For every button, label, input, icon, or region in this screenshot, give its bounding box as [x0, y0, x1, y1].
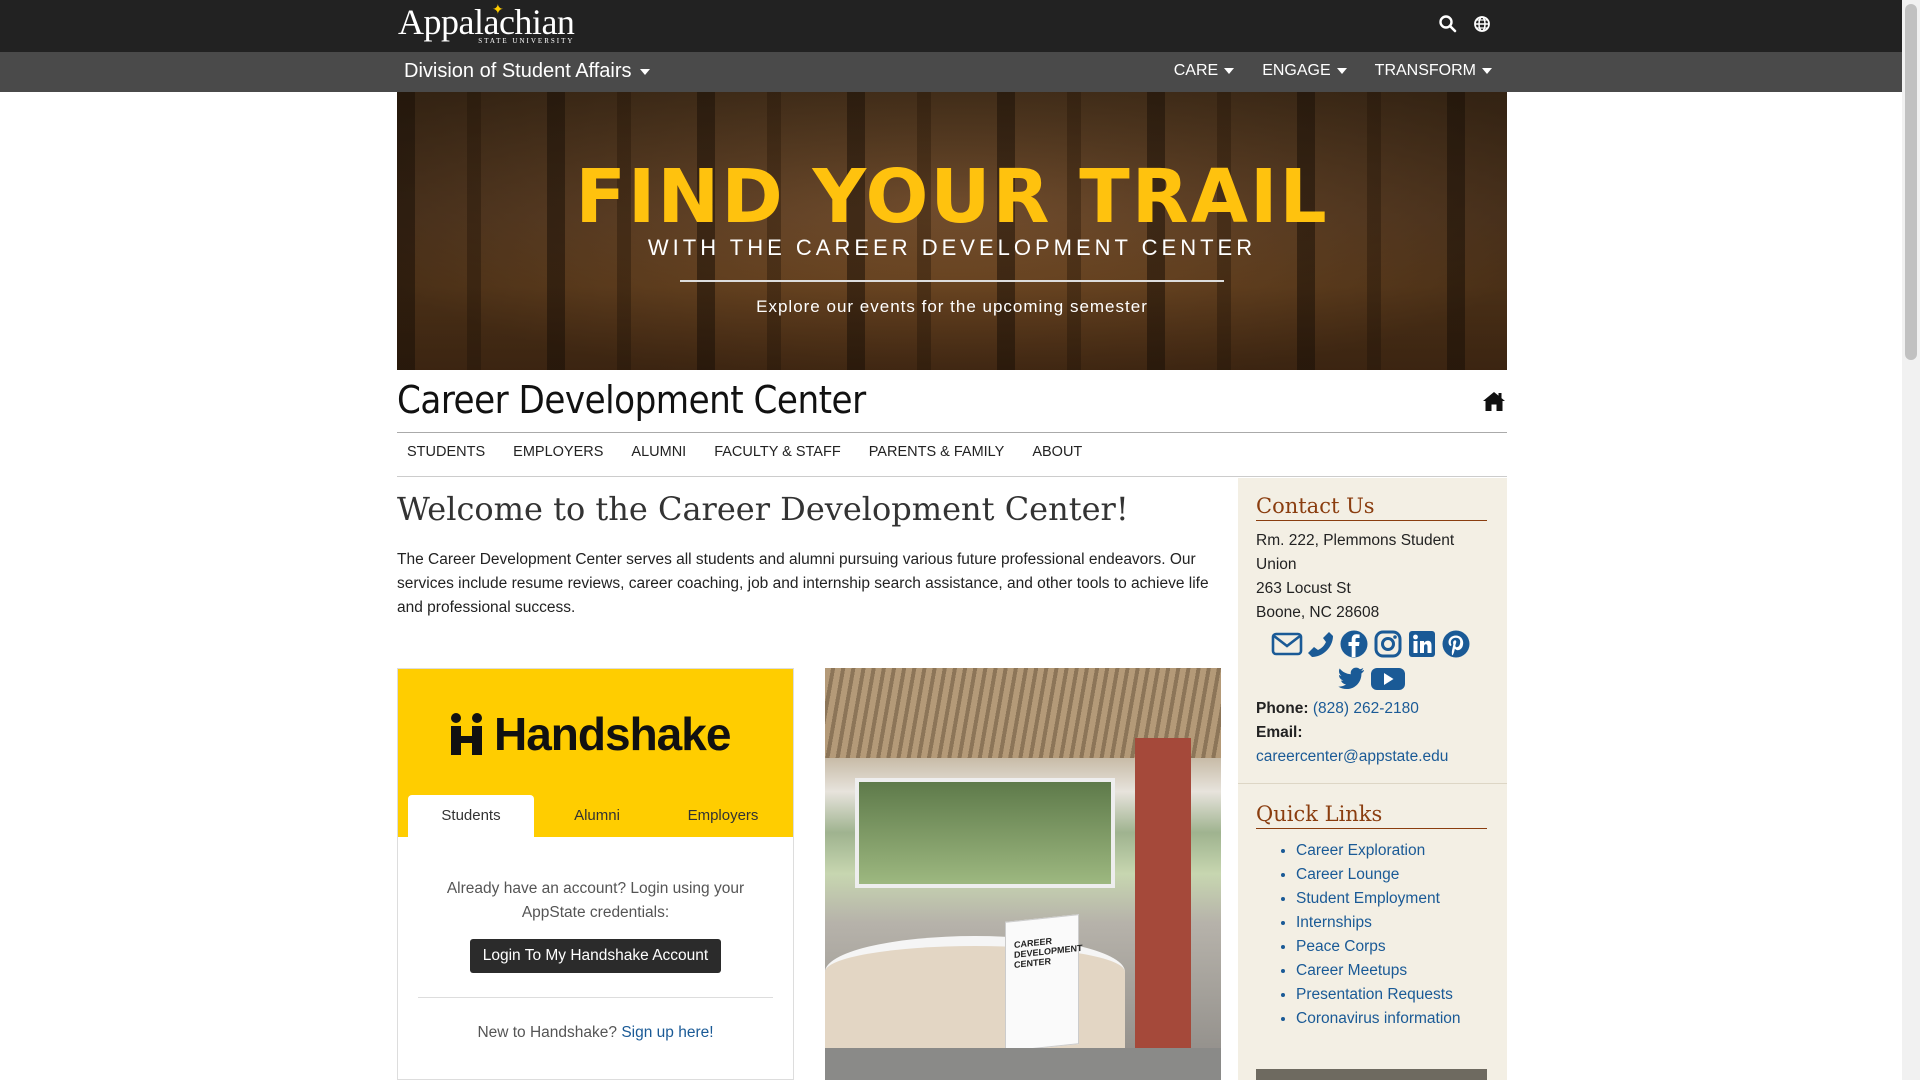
site-title[interactable]: Career Development Center — [397, 378, 866, 422]
banner-divider — [680, 280, 1224, 282]
phone-row: Phone: (828) 262-2180 — [1256, 697, 1507, 721]
quick-links-heading: Quick Links — [1256, 802, 1487, 829]
instagram-icon[interactable] — [1373, 629, 1403, 659]
division-nav: CARE ENGAGE TRANSFORM — [1174, 62, 1492, 80]
nav-transform[interactable]: TRANSFORM — [1375, 62, 1492, 80]
quick-link-item[interactable]: Career Exploration — [1296, 839, 1507, 863]
phone-label: Phone: — [1256, 700, 1309, 717]
nav-students[interactable]: STUDENTS — [397, 444, 495, 460]
banner-subtitle: WITH THE CAREER DEVELOPMENT CENTER — [647, 235, 1257, 260]
nav-care[interactable]: CARE — [1174, 62, 1235, 80]
quick-link-item[interactable]: Presentation Requests — [1296, 983, 1507, 1007]
nav-alumni[interactable]: ALUMNI — [621, 444, 696, 460]
address: Rm. 222, Plemmons Student Union 263 Locu… — [1256, 529, 1487, 625]
scrollbar-thumb[interactable] — [1905, 4, 1917, 360]
page-heading: Welcome to the Career Development Center… — [397, 490, 1129, 528]
quick-link-item[interactable]: Student Employment — [1296, 887, 1507, 911]
quick-links-section: Quick Links Career Exploration Career Lo… — [1238, 784, 1507, 1031]
signup-link[interactable]: Sign up here! — [621, 1024, 713, 1041]
quick-link-item[interactable]: Internships — [1296, 911, 1507, 935]
phone-link[interactable]: (828) 262-2180 — [1313, 700, 1419, 717]
social-icons — [1266, 629, 1476, 693]
linkedin-icon[interactable] — [1407, 629, 1437, 659]
handshake-card: Handshake Students Alumni Employers Alre… — [397, 668, 794, 1080]
site-nav: STUDENTS EMPLOYERS ALUMNI FACULTY & STAF… — [397, 444, 1100, 460]
address-line: 263 Locust St — [1256, 580, 1351, 597]
handshake-logo: Handshake — [450, 707, 731, 761]
signup-prompt-text: New to Handshake? — [477, 1024, 618, 1041]
banner-cta: Explore our events for the upcoming seme… — [756, 297, 1148, 316]
nav-faculty-staff[interactable]: FACULTY & STAFF — [704, 444, 851, 460]
photo-floor — [825, 1048, 1221, 1080]
nav-parents-family[interactable]: PARENTS & FAMILY — [859, 444, 1015, 460]
contact-section: Contact Us Rm. 222, Plemmons Student Uni… — [1238, 478, 1507, 784]
caret-down-icon — [1336, 68, 1347, 74]
home-icon[interactable] — [1482, 390, 1506, 412]
photo-pillar — [1135, 738, 1191, 1080]
photo-sign-text: CAREER DEVELOPMENT CENTER — [1014, 935, 1083, 970]
tab-alumni[interactable]: Alumni — [534, 795, 660, 837]
youtube-icon[interactable] — [1370, 663, 1406, 693]
email-label: Email: — [1256, 724, 1303, 741]
caret-down-icon — [1224, 68, 1235, 74]
caret-down-icon — [1482, 68, 1492, 74]
globe-icon[interactable] — [1472, 14, 1492, 34]
facebook-icon[interactable] — [1339, 629, 1369, 659]
envelope-icon[interactable] — [1271, 629, 1303, 659]
handshake-divider — [418, 997, 773, 998]
handshake-tabs: Students Alumni Employers — [408, 795, 786, 837]
division-menu[interactable]: Division of Student Affairs — [404, 60, 650, 83]
global-header: ✦ Appalachian STATE UNIVERSITY — [0, 0, 1902, 52]
handshake-wordmark: Handshake — [494, 708, 731, 760]
tab-students[interactable]: Students — [408, 795, 534, 837]
quick-link-item[interactable]: Career Meetups — [1296, 959, 1507, 983]
login-prompt: Already have an account? Login using you… — [446, 880, 745, 921]
email-link[interactable]: careercenter@appstate.edu — [1256, 748, 1448, 765]
division-title: Division of Student Affairs — [404, 60, 632, 82]
nav-engage[interactable]: ENGAGE — [1262, 62, 1347, 80]
title-divider — [397, 432, 1507, 433]
handshake-mark-icon — [450, 712, 484, 756]
photo-sign: CAREER DEVELOPMENT CENTER — [1005, 914, 1083, 1052]
address-line: Rm. 222, Plemmons Student Union — [1256, 532, 1455, 573]
search-icon[interactable] — [1438, 14, 1458, 34]
address-line: Boone, NC 28608 — [1256, 604, 1380, 621]
pinterest-icon[interactable] — [1441, 629, 1471, 659]
photo-window — [855, 778, 1115, 888]
header-icons — [1438, 14, 1492, 34]
handshake-body: Already have an account? Login using you… — [398, 837, 793, 1042]
handshake-header: Handshake Students Alumni Employers — [398, 669, 793, 837]
phone-icon[interactable] — [1305, 629, 1335, 659]
signup-prompt: New to Handshake? Sign up here! — [398, 1024, 793, 1042]
sidebar: Contact Us Rm. 222, Plemmons Student Uni… — [1238, 478, 1507, 1080]
logo-star-icon: ✦ — [492, 1, 504, 17]
twitter-icon[interactable] — [1336, 663, 1366, 693]
sidebar-image — [1256, 1069, 1487, 1080]
quick-link-item[interactable]: Coronavirus information — [1296, 1007, 1507, 1031]
intro-paragraph: The Career Development Center serves all… — [397, 551, 1209, 616]
career-center-photo: CAREER DEVELOPMENT CENTER — [825, 668, 1221, 1080]
hero-banner[interactable]: FIND YOUR TRAIL WITH THE CAREER DEVELOPM… — [397, 92, 1507, 370]
division-bar: Division of Student Affairs CARE ENGAGE … — [0, 52, 1902, 92]
nav-divider — [397, 476, 1507, 477]
banner-title: FIND YOUR TRAIL — [575, 154, 1329, 240]
tab-employers[interactable]: Employers — [660, 795, 786, 837]
appalachian-logo[interactable]: ✦ Appalachian STATE UNIVERSITY — [398, 1, 575, 45]
quick-link-item[interactable]: Peace Corps — [1296, 935, 1507, 959]
contact-heading: Contact Us — [1256, 494, 1487, 521]
caret-down-icon — [639, 68, 650, 75]
handshake-login-button[interactable]: Login To My Handshake Account — [469, 939, 722, 973]
email-row: Email: careercenter@appstate.edu — [1256, 721, 1507, 769]
quick-link-item[interactable]: Career Lounge — [1296, 863, 1507, 887]
nav-about[interactable]: ABOUT — [1022, 444, 1092, 460]
nav-employers[interactable]: EMPLOYERS — [503, 444, 613, 460]
quick-links-list: Career Exploration Career Lounge Student… — [1296, 839, 1507, 1031]
